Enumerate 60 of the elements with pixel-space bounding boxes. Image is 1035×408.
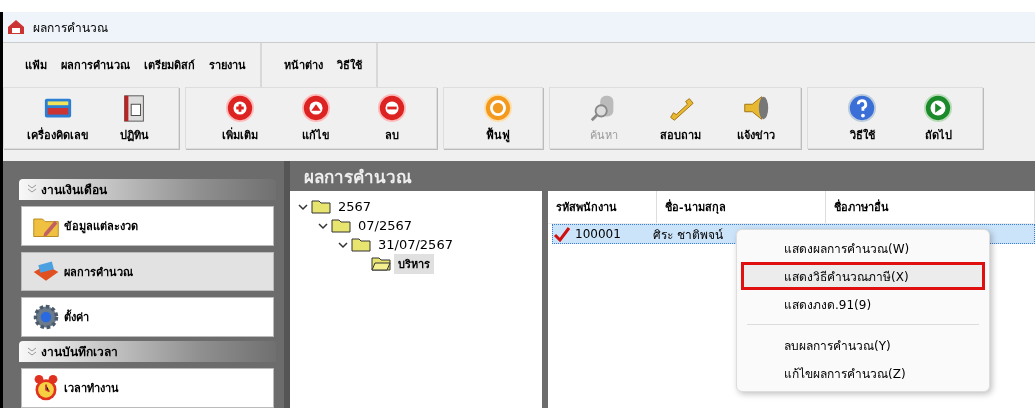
column-header[interactable]: ชื่อ-นามสกุล — [657, 191, 826, 223]
toolbar-button[interactable]: แจ้งข่าว — [718, 88, 794, 148]
window-title: ผลการคำนวณ — [33, 19, 108, 37]
toolbar-button[interactable]: ปฏิทิน — [96, 88, 172, 148]
chevron-down-icon[interactable] — [298, 201, 308, 212]
toolbar-button[interactable]: ลบ — [354, 88, 430, 148]
minus-icon — [377, 92, 407, 123]
menu-item[interactable]: เตรียมดิสก์ — [144, 56, 195, 74]
section-header[interactable]: งานบันทึกเวลา — [19, 341, 276, 363]
toolbar-button[interactable]: วิธีใช้ — [824, 88, 900, 148]
tree-item[interactable]: 07/2567 — [354, 217, 416, 234]
menu-item[interactable]: แสดงวิธีคำนวณภาษี(X) — [741, 262, 985, 290]
section-header[interactable]: งานเงินเดือน — [19, 179, 276, 200]
tree-item[interactable]: 2567 — [334, 198, 376, 215]
menu-item[interactable]: ผลการคำนวณ — [61, 56, 130, 74]
sidebar-item[interactable]: ตั้งค่า — [21, 297, 274, 338]
chevron-down-icon[interactable] — [338, 239, 348, 250]
sidebar-label: เวลาทำงาน — [64, 381, 119, 397]
folder-icon — [331, 218, 351, 233]
settings-icon — [32, 303, 60, 332]
open-folder-icon — [371, 256, 391, 271]
toolbar-button[interactable]: ถัดไป — [900, 88, 976, 148]
section-title: งานเงินเดือน — [41, 181, 107, 199]
menu-item[interactable]: แสดงผลการคำนวณ(W) — [741, 234, 985, 262]
menu-item[interactable]: รายงาน — [209, 56, 246, 74]
panel-title: ผลการคำนวณ — [303, 165, 413, 189]
column-header[interactable]: ชื่อภาษาอื่น — [826, 191, 1035, 223]
double-chevron-icon — [27, 184, 37, 195]
sidebar-label: ผลการคำนวณ — [64, 264, 133, 281]
alarm-clock-icon — [32, 374, 60, 402]
toolbar-button[interactable]: เครื่องคิดเลข — [20, 88, 96, 148]
section-title: งานบันทึกเวลา — [41, 344, 118, 362]
sidebar-label: ข้อมูลแต่ละงวด — [64, 218, 138, 235]
menu-item[interactable]: วิธีใช้ — [337, 56, 362, 74]
menu-item[interactable]: ลบผลการคำนวณ(Y) — [741, 331, 985, 359]
double-chevron-icon — [27, 346, 37, 357]
plus-icon — [225, 92, 255, 123]
sidebar-label: ตั้งค่า — [64, 308, 89, 327]
menu-item[interactable]: แก้ไขผลการคำนวณ(Z) — [741, 359, 985, 387]
toolbar-button[interactable]: เพิ่มเติม — [202, 88, 278, 148]
tree-item[interactable]: บริหาร — [394, 253, 434, 274]
table-cell-text: ศิระ ชาติพจน์ — [652, 226, 724, 244]
app-icon — [7, 19, 25, 35]
help-icon — [847, 92, 877, 123]
column-header[interactable]: รหัสพนักงาน — [548, 191, 657, 223]
sidebar-item[interactable]: ผลการคำนวณ — [21, 251, 274, 292]
menu-item[interactable]: แสดงภงด.91(9) — [741, 290, 985, 318]
table-cell-text: 100001 — [574, 227, 622, 241]
chevron-down-icon[interactable] — [318, 220, 328, 231]
folder-icon — [311, 199, 331, 214]
sidebar-item[interactable]: เวลาทำงาน — [21, 368, 274, 408]
menu-item[interactable]: แฟ้ม — [25, 56, 47, 74]
tree-item[interactable]: 31/07/2567 — [374, 236, 457, 253]
menu-item[interactable]: หน้าต่าง — [284, 56, 323, 74]
toolbar-button[interactable]: สอบถาม — [642, 88, 718, 148]
folder-icon — [351, 237, 371, 252]
play-icon — [923, 92, 953, 123]
refresh-icon — [483, 92, 513, 123]
sidebar-item[interactable]: ข้อมูลแต่ละงวด — [21, 205, 274, 246]
toolbar-button[interactable]: แก้ไข — [278, 88, 354, 148]
